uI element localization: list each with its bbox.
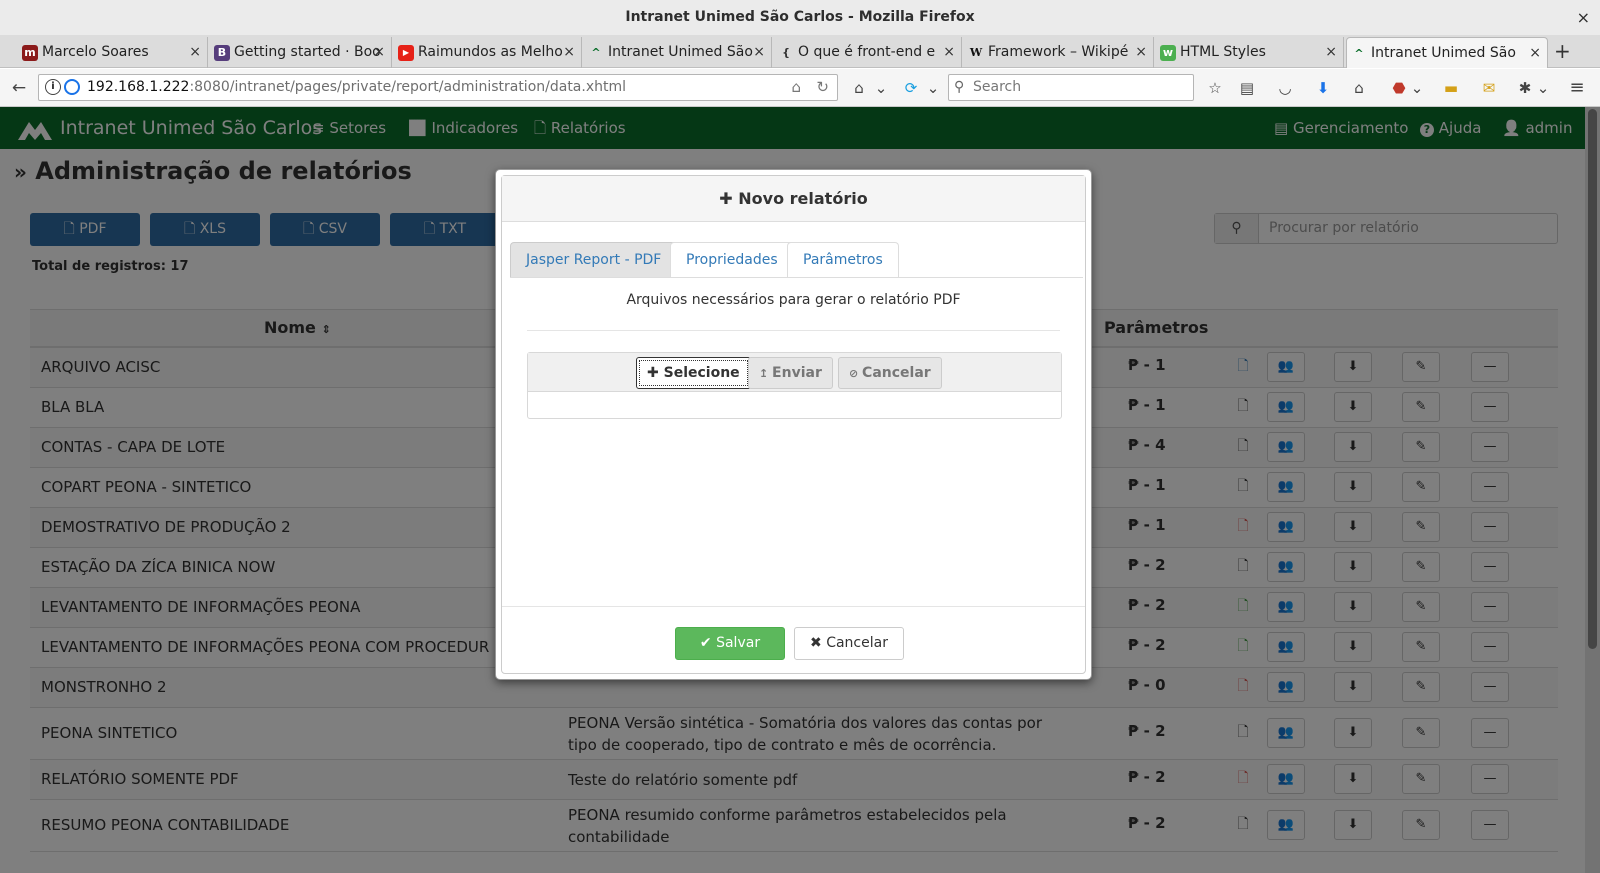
pocket-icon[interactable]: ◡ (1274, 77, 1296, 99)
tab-label: Marcelo Soares (42, 44, 149, 60)
search-icon: ⚲ (954, 79, 965, 95)
close-icon[interactable]: × (563, 37, 575, 68)
reload-site-icon (64, 79, 80, 95)
plus-icon: ✚ (647, 365, 664, 381)
file-upload: ✚ Selecione ↥ Enviar ⊘ Cancelar (527, 352, 1062, 419)
browser-tab[interactable]: ^ Intranet Unimed São × (584, 37, 772, 68)
tab-favicon-icon: ▶ (398, 45, 414, 61)
back-icon[interactable]: ← (6, 75, 32, 101)
close-icon: ✖ (810, 635, 827, 651)
search-input[interactable]: ⚲ Search (948, 74, 1194, 101)
chevron-down-icon[interactable]: ⌄ (870, 77, 892, 99)
browser-tab[interactable]: B Getting started · Boo × (210, 37, 392, 68)
reader-icon[interactable]: ▤ (1236, 77, 1258, 99)
search-placeholder: Search (973, 79, 1022, 95)
tab-label: Intranet Unimed São (1371, 45, 1516, 61)
download-icon[interactable]: ⬇ (1312, 77, 1334, 99)
close-icon[interactable]: × (753, 37, 765, 68)
close-icon[interactable]: × (1325, 37, 1337, 68)
browser-tab[interactable]: { O que é front-end e × (774, 37, 962, 68)
tab-divider (510, 277, 1083, 278)
home-icon[interactable]: ⌂ (791, 75, 801, 100)
window-titlebar: Intranet Unimed São Carlos - Mozilla Fir… (0, 0, 1600, 35)
tab-strip: m Marcelo Soares × B Getting started · B… (0, 35, 1600, 68)
tab-label: Getting started · Boo (234, 44, 381, 60)
new-report-dialog: ✚ Novo relatório Jasper Report - PDF Pro… (495, 169, 1092, 680)
sync-icon[interactable]: ⟳ (900, 77, 922, 99)
plus-icon: ✚ (719, 189, 733, 208)
dialog-title: Novo relatório (738, 189, 868, 208)
file-upload-toolbar: ✚ Selecione ↥ Enviar ⊘ Cancelar (528, 353, 1061, 392)
tab-favicon-icon: ^ (1354, 47, 1364, 60)
tab-label: Raimundos as Melho (418, 44, 563, 60)
browser-toolbar: ← i 192.168.1.222:8080/intranet/pages/pr… (0, 69, 1600, 107)
dialog-footer-divider (502, 606, 1085, 607)
new-tab-button[interactable]: + (1554, 37, 1571, 66)
button-label: Salvar (716, 635, 761, 651)
tab-label: O que é front-end e (798, 44, 936, 60)
button-label: Selecione (663, 365, 740, 381)
dialog-panel: ✚ Novo relatório Jasper Report - PDF Pro… (501, 175, 1086, 674)
tab-favicon-icon: ^ (591, 46, 601, 59)
browser-tab[interactable]: m Marcelo Soares × (18, 37, 208, 68)
tab-favicon-icon: { (782, 46, 790, 59)
url-host: 192.168.1.222 (87, 79, 190, 95)
url-bar[interactable]: i 192.168.1.222:8080/intranet/pages/priv… (38, 74, 838, 101)
ban-icon: ⊘ (849, 367, 863, 380)
cancel-button[interactable]: ✖ Cancelar (794, 627, 904, 660)
notification-icon[interactable]: ✉ (1478, 77, 1500, 99)
upload-icon: ↥ (759, 367, 773, 380)
extension-icon[interactable]: ▬ (1440, 77, 1462, 99)
tab-parametros[interactable]: Parâmetros (787, 242, 899, 278)
button-label: Cancelar (826, 635, 888, 651)
tab-jasper-report-pdf[interactable]: Jasper Report - PDF (510, 242, 678, 278)
browser-tab[interactable]: W Framework – Wikipé × (964, 37, 1154, 68)
tab-label: Framework – Wikipé (988, 44, 1129, 60)
close-icon[interactable]: × (943, 37, 955, 68)
send-button[interactable]: ↥ Enviar (748, 357, 833, 389)
close-icon[interactable]: × (1135, 37, 1147, 68)
bookmark-star-icon[interactable]: ☆ (1204, 77, 1226, 99)
button-label: Enviar (772, 365, 822, 381)
bookmarklet-icon[interactable]: ⌂ (848, 77, 870, 99)
divider (527, 330, 1060, 331)
hamburger-menu-icon[interactable]: ≡ (1566, 77, 1588, 99)
chevron-down-icon[interactable]: ⌄ (1532, 77, 1554, 99)
browser-tab[interactable]: ▶ Raimundos as Melho × (394, 37, 582, 68)
window-title: Intranet Unimed São Carlos - Mozilla Fir… (625, 9, 975, 25)
browser-tab-active[interactable]: ^ Intranet Unimed São × (1346, 37, 1548, 68)
close-icon[interactable]: × (373, 37, 385, 68)
close-icon[interactable]: × (1529, 38, 1541, 68)
info-icon[interactable]: i (45, 79, 61, 95)
tab-favicon-icon: B (214, 45, 230, 61)
save-button[interactable]: ✔ Salvar (675, 627, 785, 660)
browser-tab[interactable]: w HTML Styles × (1156, 37, 1344, 68)
tab-label: Intranet Unimed São (608, 44, 753, 60)
button-label: Cancelar (862, 365, 931, 381)
upload-instructions: Arquivos necessários para gerar o relató… (626, 292, 961, 308)
tab-favicon-icon: w (1160, 45, 1176, 61)
home-icon[interactable]: ⌂ (1348, 77, 1370, 99)
tab-propriedades[interactable]: Propriedades (670, 242, 794, 278)
dialog-header: ✚ Novo relatório (502, 176, 1085, 222)
check-icon: ✔ (699, 635, 717, 651)
cancel-upload-button[interactable]: ⊘ Cancelar (838, 357, 942, 389)
url-path: :8080/intranet/pages/private/report/admi… (189, 79, 627, 95)
window-close-button[interactable]: × (1577, 0, 1590, 35)
tab-label: HTML Styles (1180, 44, 1266, 60)
chevron-down-icon[interactable]: ⌄ (922, 77, 944, 99)
close-icon[interactable]: × (189, 37, 201, 68)
tab-favicon-icon: m (22, 45, 38, 61)
tab-favicon-icon: W (969, 46, 983, 59)
select-file-button[interactable]: ✚ Selecione (636, 357, 751, 389)
chevron-down-icon[interactable]: ⌄ (1406, 77, 1428, 99)
reload-icon[interactable]: ↻ (816, 75, 829, 100)
